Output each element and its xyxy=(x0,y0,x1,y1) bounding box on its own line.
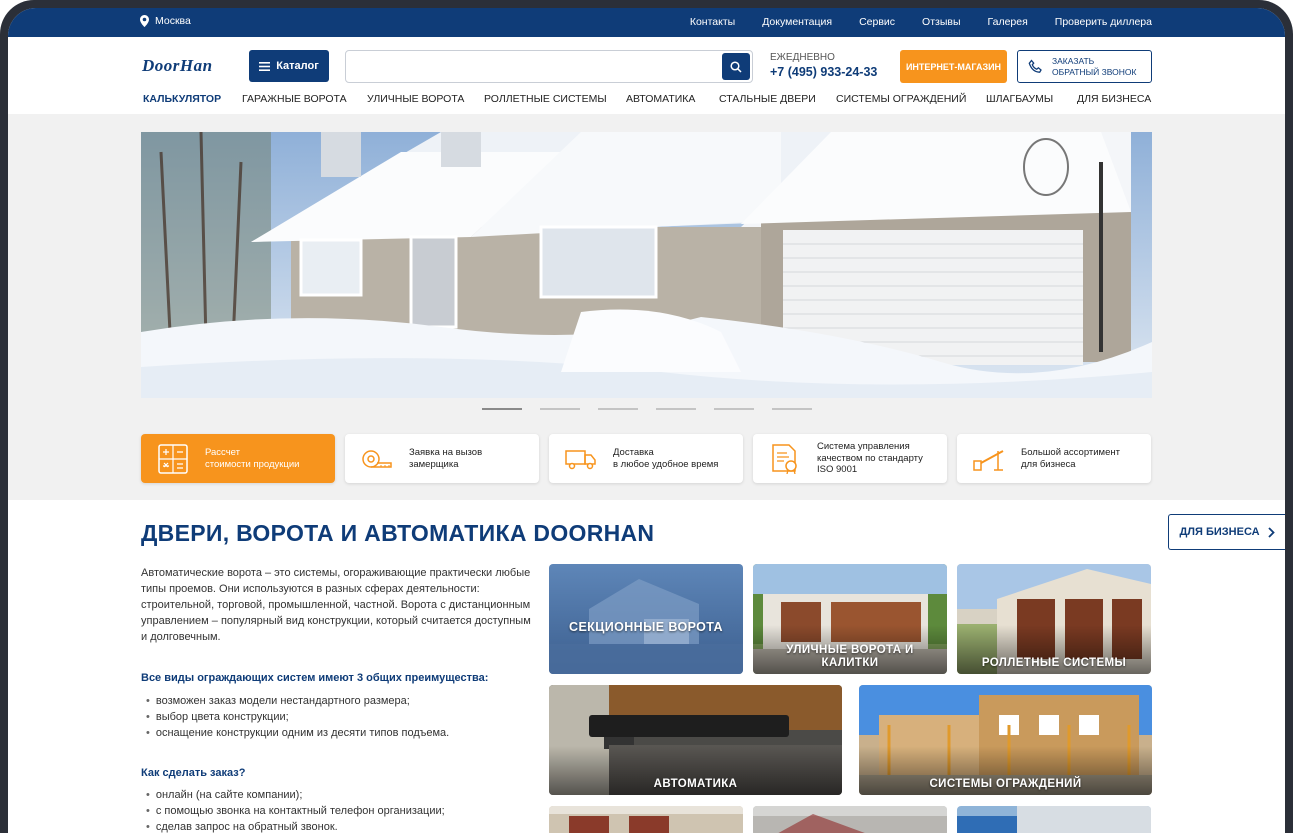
online-shop-button[interactable]: ИНТЕРНЕТ-МАГАЗИН xyxy=(900,50,1007,83)
search-input[interactable] xyxy=(345,50,753,83)
phone-icon xyxy=(1028,58,1042,73)
phone-caption: ЕЖЕДНЕВНО xyxy=(770,52,835,63)
advantages-list: возможен заказ модели нестандартного раз… xyxy=(141,693,449,741)
city-label: Москва xyxy=(155,15,191,27)
phone-block: ЕЖЕДНЕВНО +7 (495) 933-24-33 xyxy=(770,52,877,79)
category-tile-partial[interactable] xyxy=(753,806,947,833)
slider-dot[interactable] xyxy=(656,408,696,410)
top-link-gallery[interactable]: Галерея xyxy=(988,16,1028,28)
category-tile-street-gates[interactable]: УЛИЧНЫЕ ВОРОТА И КАЛИТКИ xyxy=(753,564,947,674)
catalog-button[interactable]: Каталог xyxy=(249,50,329,82)
category-tile-fencing-systems[interactable]: СИСТЕМЫ ОГРАЖДЕНИЙ xyxy=(859,685,1152,795)
list-item: сделав запрос на обратный звонок. xyxy=(141,819,445,833)
feature-card-calculator[interactable]: Рассчет стоимости продукции xyxy=(141,434,335,483)
top-bar: Москва Контакты Документация Сервис Отзы… xyxy=(8,8,1285,37)
nav-item-business[interactable]: ДЛЯ БИЗНЕСА xyxy=(1077,93,1151,105)
catalog-label: Каталог xyxy=(276,60,319,72)
nav-item-steel-doors[interactable]: СТАЛЬНЫЕ ДВЕРИ xyxy=(719,93,816,105)
city-selector[interactable]: Москва xyxy=(140,15,191,27)
chevron-right-icon xyxy=(1267,526,1275,538)
top-link-check-dealer[interactable]: Проверить диллера xyxy=(1055,16,1152,28)
category-tile-partial[interactable] xyxy=(957,806,1151,833)
nav-item-automation[interactable]: АВТОМАТИКА xyxy=(626,93,695,105)
slider-dot[interactable] xyxy=(714,408,754,410)
tape-measure-icon xyxy=(362,449,392,468)
tile-caption: СИСТЕМЫ ОГРАЖДЕНИЙ xyxy=(929,778,1082,790)
intro-paragraph: Автоматические ворота – это системы, ого… xyxy=(141,567,531,643)
tile-caption: УЛИЧНЫЕ ВОРОТА И КАЛИТКИ xyxy=(786,644,914,669)
feature-line1: Система управления xyxy=(817,440,910,452)
list-item: с помощью звонка на контактный телефон о… xyxy=(141,803,445,819)
callback-line2: ОБРАТНЫЙ ЗВОНОК xyxy=(1052,66,1137,77)
location-pin-icon xyxy=(140,15,149,27)
feature-card-measurer[interactable]: Заявка на вызов замерщика xyxy=(345,434,539,483)
page-title: ДВЕРИ, ВОРОТА И АВТОМАТИКА DOORHAN xyxy=(141,520,655,546)
hero-banner-image[interactable] xyxy=(141,132,1152,398)
feature-line2: стоимости продукции xyxy=(205,458,300,470)
order-heading: Как сделать заказ? xyxy=(141,767,246,779)
nav-item-street-gates[interactable]: УЛИЧНЫЕ ВОРОТА xyxy=(367,93,464,105)
business-button-label: ДЛЯ БИЗНЕСА xyxy=(1179,526,1260,538)
search-icon xyxy=(730,60,742,73)
advantages-heading: Все виды ограждающих систем имеют 3 общи… xyxy=(141,672,489,684)
list-item: возможен заказ модели нестандартного раз… xyxy=(141,693,449,709)
browser-viewport: Москва Контакты Документация Сервис Отзы… xyxy=(8,8,1285,833)
device-frame: Москва Контакты Документация Сервис Отзы… xyxy=(0,0,1293,833)
menu-icon xyxy=(259,61,271,71)
feature-line3: ISO 9001 xyxy=(817,464,858,476)
top-link-documentation[interactable]: Документация xyxy=(762,16,832,28)
nav-item-barriers[interactable]: ШЛАГБАУМЫ xyxy=(986,93,1053,105)
callback-line1: ЗАКАЗАТЬ xyxy=(1052,56,1095,67)
doorhan-logo[interactable]: DoorHan xyxy=(142,56,213,76)
category-tile-automation[interactable]: АВТОМАТИКА xyxy=(549,685,842,795)
feature-line2: для бизнеса xyxy=(1021,458,1076,470)
feature-line1: Большой ассортимент xyxy=(1021,446,1120,458)
feature-line1: Доставка xyxy=(613,446,654,458)
feature-line2: качеством по стандарту xyxy=(817,452,923,464)
feature-line2: замерщика xyxy=(409,458,459,470)
truck-icon xyxy=(565,449,596,469)
main-nav: КАЛЬКУЛЯТОР ГАРАЖНЫЕ ВОРОТА УЛИЧНЫЕ ВОРО… xyxy=(8,88,1285,114)
tile-caption: РОЛЛЕТНЫЕ СИСТЕМЫ xyxy=(981,657,1127,669)
slider-dot[interactable] xyxy=(772,408,812,410)
list-item: оснащение конструкции одним из десяти ти… xyxy=(141,725,449,741)
phone-number[interactable]: +7 (495) 933-24-33 xyxy=(770,65,877,79)
feature-card-iso[interactable]: Система управления качеством по стандарту… xyxy=(753,434,947,483)
order-list: онлайн (на сайте компании); с помощью зв… xyxy=(141,787,445,833)
feature-line2: в любое удобное время xyxy=(613,458,719,470)
slider-dot[interactable] xyxy=(540,408,580,410)
slider-dot[interactable] xyxy=(598,408,638,410)
barrier-icon xyxy=(973,449,1004,471)
tile-caption: АВТОМАТИКА xyxy=(653,778,738,790)
feature-line1: Рассчет xyxy=(205,446,240,458)
category-tile-roller-systems[interactable]: РОЛЛЕТНЫЕ СИСТЕМЫ xyxy=(957,564,1151,674)
top-link-contacts[interactable]: Контакты xyxy=(690,16,735,28)
top-link-reviews[interactable]: Отзывы xyxy=(922,16,960,28)
calculator-icon xyxy=(158,443,188,474)
slider-dots xyxy=(482,408,812,410)
nav-item-calculator[interactable]: КАЛЬКУЛЯТОР xyxy=(143,93,221,105)
callback-button[interactable]: ЗАКАЗАТЬ ОБРАТНЫЙ ЗВОНОК xyxy=(1017,50,1152,83)
nav-item-garage-gates[interactable]: ГАРАЖНЫЕ ВОРОТА xyxy=(242,93,347,105)
slider-dot[interactable] xyxy=(482,408,522,410)
nav-item-roller-systems[interactable]: РОЛЛЕТНЫЕ СИСТЕМЫ xyxy=(484,93,607,105)
top-links: Контакты Документация Сервис Отзывы Гале… xyxy=(690,16,1152,28)
category-tile-sectional-gates[interactable]: СЕКЦИОННЫЕ ВОРОТА xyxy=(549,564,743,674)
list-item: онлайн (на сайте компании); xyxy=(141,787,445,803)
nav-item-fencing-systems[interactable]: СИСТЕМЫ ОГРАЖДЕНИЙ xyxy=(836,93,966,105)
feature-card-delivery[interactable]: Доставка в любое удобное время xyxy=(549,434,743,483)
search-button[interactable] xyxy=(722,53,750,80)
business-side-button[interactable]: ДЛЯ БИЗНЕСА xyxy=(1168,514,1285,550)
list-item: выбор цвета конструкции; xyxy=(141,709,449,725)
header: DoorHan Каталог ЕЖЕДНЕВНО +7 (495) 933-2… xyxy=(8,37,1285,87)
top-link-service[interactable]: Сервис xyxy=(859,16,895,28)
feature-card-assortment[interactable]: Большой ассортимент для бизнеса xyxy=(957,434,1151,483)
feature-line1: Заявка на вызов xyxy=(409,446,483,458)
tile-caption: СЕКЦИОННЫЕ ВОРОТА xyxy=(569,620,723,634)
certificate-icon xyxy=(772,443,797,474)
category-tile-partial[interactable] xyxy=(549,806,743,833)
